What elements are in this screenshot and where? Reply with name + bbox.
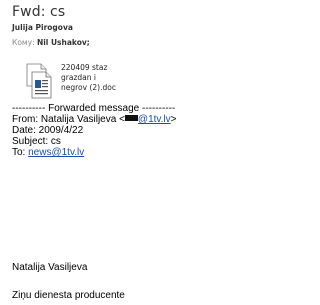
attachment-filename[interactable]: 220409 staz grazdan i negrov (2).doc <box>61 63 133 102</box>
recipient-name[interactable]: Nil Ushakov; <box>37 38 90 47</box>
forward-from-line: From: Natalija Vasiljeva < @1tv.lv> <box>12 114 177 125</box>
from-label: From: Natalija Vasiljeva < <box>12 114 125 125</box>
to-email-link[interactable]: news@1tv.lv <box>28 147 84 158</box>
sender-name[interactable]: Julija Pirogova <box>12 22 302 33</box>
recipient-line: Кому: Nil Ushakov; <box>12 38 302 48</box>
from-email-link[interactable]: @1tv.lv <box>124 114 171 125</box>
forward-date: Date: 2009/4/22 <box>12 125 84 136</box>
redaction-mark <box>124 115 138 121</box>
message-header: Fwd: cs Julija Pirogova Кому: Nil Ushako… <box>12 4 302 48</box>
message-subject: Fwd: cs <box>12 4 66 20</box>
signature-name: Natalija Vasiljeva <box>12 262 88 273</box>
forward-subject: Subject: cs <box>12 136 61 147</box>
attachment-item[interactable]: 220409 staz grazdan i negrov (2).doc <box>24 62 174 102</box>
signature-role: Ziņu dienesta producente <box>12 290 125 301</box>
document-icon <box>24 62 54 100</box>
to-label: Кому: <box>12 38 35 47</box>
forwarded-message: ---------- Forwarded message ---------- … <box>12 103 177 158</box>
forward-separator: ---------- Forwarded message ---------- <box>12 103 176 114</box>
to-label-forward: To: <box>12 147 29 158</box>
forward-to-line: To: news@1tv.lv <box>12 147 177 158</box>
